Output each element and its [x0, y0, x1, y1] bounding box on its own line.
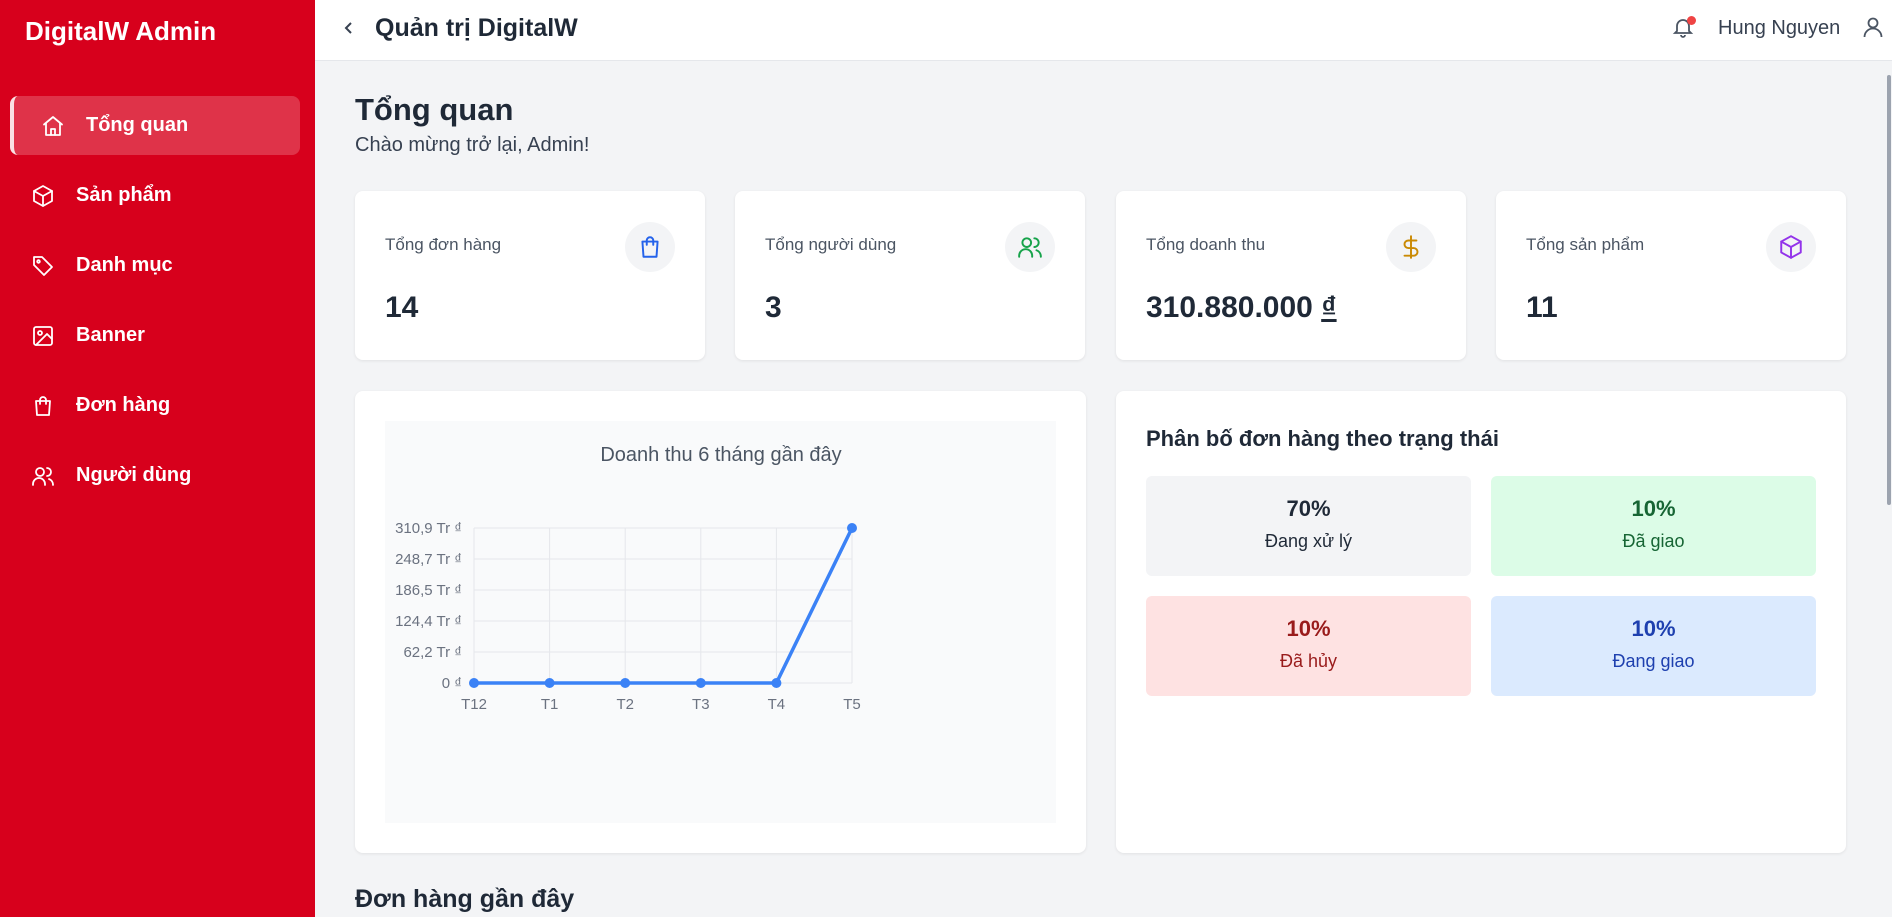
stat-value: 14	[385, 291, 419, 324]
stat-value: 3	[765, 291, 782, 324]
sidebar-item-users[interactable]: Người dùng	[10, 446, 300, 505]
series-line	[474, 527, 854, 685]
status-shipping: 10% Đang giao	[1491, 596, 1816, 696]
revenue-chart-card: Doanh thu 6 tháng gần đây 0 ₫ 62,2 Tr ₫ 12…	[355, 391, 1086, 853]
stat-card-products: Tổng sản phẩm 11	[1496, 191, 1846, 360]
tag-icon	[30, 253, 56, 279]
status-cancelled: 10% Đã hủy	[1146, 596, 1471, 696]
sidebar-item-label: Banner	[76, 324, 145, 346]
sidebar-item-orders[interactable]: Đơn hàng	[10, 376, 300, 435]
status-processing: 70% Đang xử lý	[1146, 476, 1471, 576]
y-tick-label: 0 ₫	[442, 675, 462, 692]
y-tick-label: 310,9 Tr ₫	[395, 520, 462, 537]
sidebar-nav: Tổng quan Sản phẩm Danh mục Banner Đơn h…	[10, 96, 300, 516]
status-card-title: Phân bố đơn hàng theo trạng thái	[1146, 426, 1499, 451]
sidebar-item-label: Tổng quan	[86, 114, 189, 136]
chart-title: Doanh thu 6 tháng gần đây	[600, 444, 841, 466]
status-percent: 70%	[1286, 496, 1331, 521]
users-icon	[1005, 222, 1055, 272]
chart-svg: Doanh thu 6 tháng gần đây 0 ₫ 62,2 Tr ₫ 12…	[395, 444, 861, 713]
x-tick-label: T4	[768, 696, 786, 713]
data-point	[620, 678, 631, 688]
y-tick-label: 62,2 Tr ₫	[403, 644, 462, 661]
sidebar-item-label: Sản phẩm	[76, 184, 172, 206]
top-header: Quản trị DigitalW Hung Nguyen	[315, 0, 1892, 61]
sidebar-item-overview[interactable]: Tổng quan	[10, 96, 300, 155]
data-point	[695, 678, 706, 688]
data-point	[847, 523, 857, 533]
users-icon	[30, 463, 56, 489]
stat-label: Tổng sản phẩm	[1526, 235, 1645, 254]
sidebar-item-categories[interactable]: Danh mục	[10, 236, 300, 295]
data-point	[544, 678, 555, 688]
page-title: Tổng quan	[355, 92, 514, 127]
scrollbar-thumb[interactable]	[1887, 75, 1891, 505]
status-label: Đã giao	[1622, 531, 1685, 551]
back-button[interactable]	[337, 16, 361, 40]
stat-card-users: Tổng người dùng 3	[735, 191, 1085, 360]
stat-value: 11	[1526, 291, 1558, 324]
data-point	[469, 678, 479, 688]
stat-label: Tổng doanh thu	[1146, 235, 1266, 254]
status-percent: 10%	[1631, 616, 1676, 641]
chart-y-ticks: 0 ₫ 62,2 Tr ₫ 124,4 Tr ₫ 186,5 Tr ₫ 248,7 Tr…	[395, 520, 462, 692]
sidebar-item-products[interactable]: Sản phẩm	[10, 166, 300, 225]
y-tick-label: 248,7 Tr ₫	[395, 551, 462, 568]
shopping-bag-icon	[625, 222, 675, 272]
user-name[interactable]: Hung Nguyen	[1718, 17, 1840, 40]
stat-card-orders: Tổng đơn hàng 14	[355, 191, 705, 360]
x-tick-label: T2	[616, 696, 634, 713]
chart-x-ticks: T12 T1 T2 T3 T4 T5	[461, 696, 861, 713]
sidebar-item-label: Danh mục	[76, 254, 173, 276]
stat-card-revenue: Tổng doanh thu 310.880.000 ₫	[1116, 191, 1466, 360]
dollar-icon	[1386, 222, 1436, 272]
page-subtitle: Chào mừng trở lại, Admin!	[355, 134, 590, 156]
y-tick-label: 124,4 Tr ₫	[395, 613, 462, 630]
chevron-left-icon	[344, 22, 352, 34]
recent-orders-title: Đơn hàng gần đây	[355, 885, 575, 913]
data-point	[771, 678, 782, 688]
box-icon	[1766, 222, 1816, 272]
status-label: Đã hủy	[1279, 651, 1338, 671]
revenue-chart: Doanh thu 6 tháng gần đây 0 ₫ 62,2 Tr ₫ 12…	[385, 421, 1056, 823]
brand-title[interactable]: DigitalW Admin	[25, 16, 216, 47]
x-tick-label: T3	[692, 696, 710, 713]
y-tick-label: 186,5 Tr ₫	[395, 582, 462, 599]
x-tick-label: T5	[843, 696, 861, 713]
x-tick-label: T12	[461, 696, 487, 713]
x-tick-label: T1	[541, 696, 559, 713]
user-menu-button[interactable]	[1861, 15, 1887, 41]
status-label: Đang xử lý	[1264, 531, 1353, 551]
revenue-amount: 310.880.000	[1146, 291, 1313, 324]
status-delivered: 10% Đã giao	[1491, 476, 1816, 576]
sidebar-item-label: Đơn hàng	[76, 394, 171, 416]
status-label: Đang giao	[1612, 651, 1695, 671]
user-icon	[1863, 17, 1883, 38]
sidebar-item-label: Người dùng	[76, 464, 192, 486]
order-status-card: Phân bố đơn hàng theo trạng thái 70% Đan…	[1116, 391, 1846, 853]
currency-symbol: ₫	[1321, 291, 1337, 324]
home-icon	[40, 113, 66, 139]
image-icon	[30, 323, 56, 349]
header-title: Quản trị DigitalW	[375, 14, 578, 42]
status-percent: 10%	[1286, 616, 1331, 641]
sidebar: DigitalW Admin Tổng quan Sản phẩm Danh m…	[0, 0, 315, 917]
stat-label: Tổng đơn hàng	[385, 235, 502, 254]
box-icon	[30, 183, 56, 209]
notification-button[interactable]	[1671, 15, 1699, 43]
shopping-bag-icon	[30, 393, 56, 419]
stat-label: Tổng người dùng	[765, 235, 897, 254]
chart-series	[469, 523, 857, 688]
chart-grid	[473, 527, 853, 684]
sidebar-item-banner[interactable]: Banner	[10, 306, 300, 365]
status-percent: 10%	[1631, 496, 1676, 521]
notification-dot	[1687, 16, 1696, 25]
stat-value: 310.880.000 ₫	[1146, 291, 1337, 325]
